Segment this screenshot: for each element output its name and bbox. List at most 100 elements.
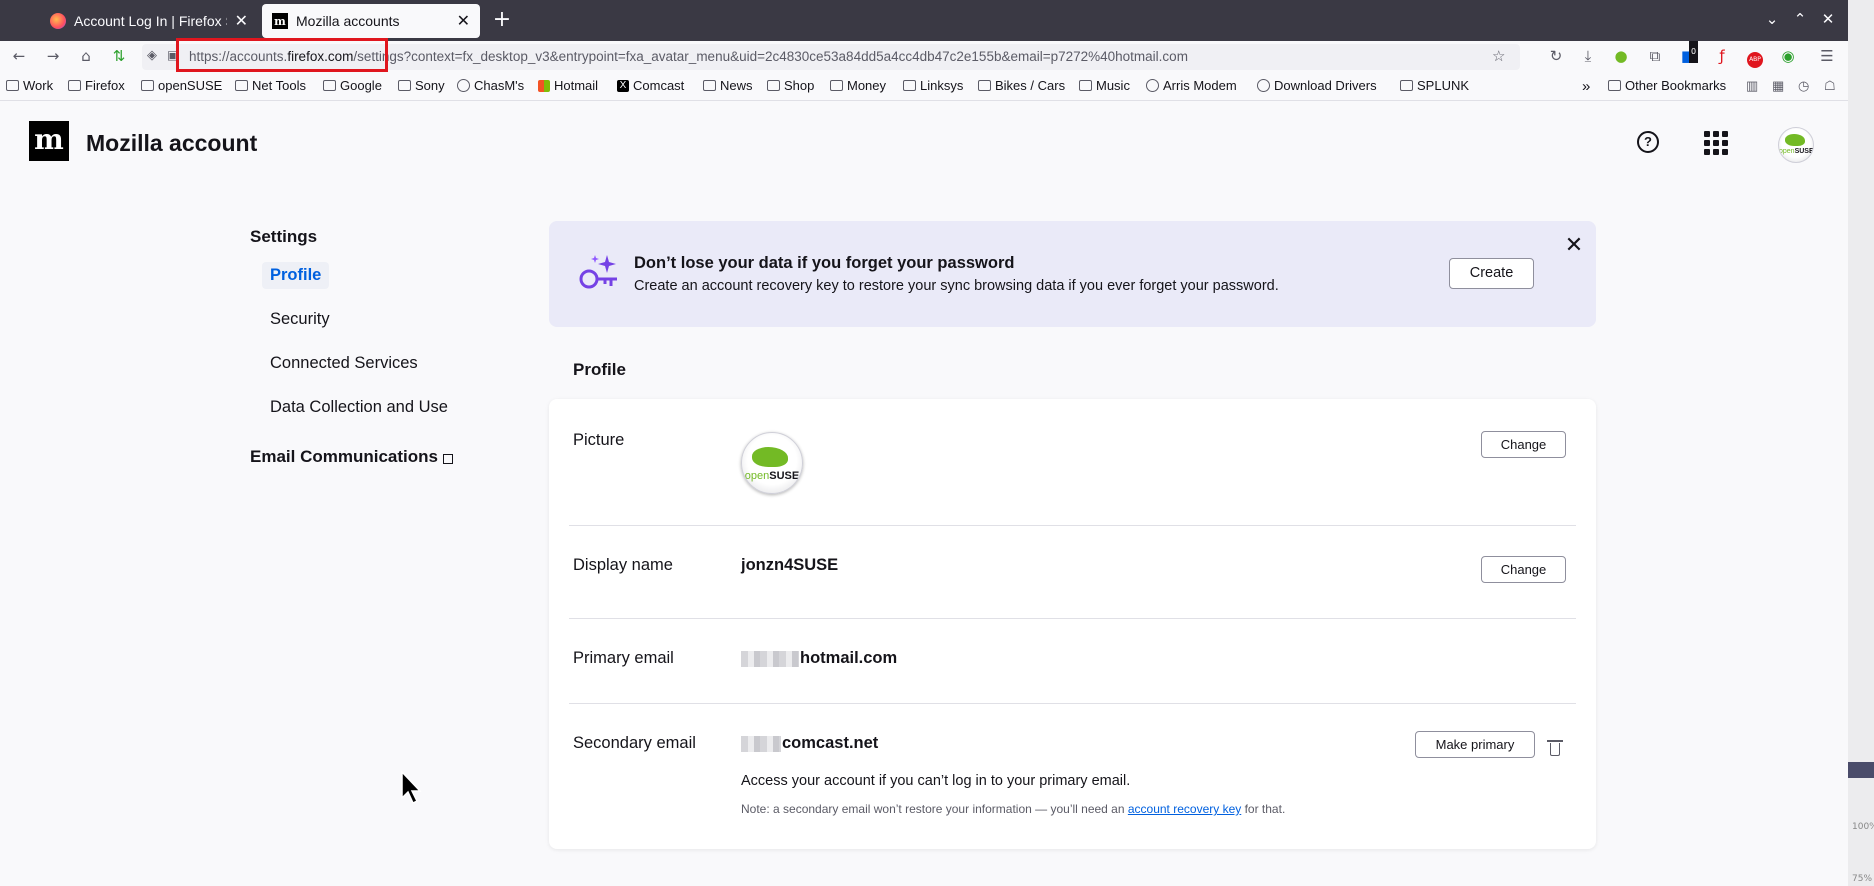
folder-icon [1079, 80, 1092, 91]
folder-icon [141, 80, 154, 91]
create-recovery-key-button[interactable]: Create [1449, 258, 1534, 289]
adblock-icon[interactable]: ABP [1744, 45, 1766, 68]
reload-icon[interactable]: ↻ [1545, 45, 1567, 67]
bookmark-work[interactable]: Work [6, 78, 53, 93]
x-icon: X [617, 79, 629, 92]
notification-icon[interactable]: ■ 0 [1677, 41, 1699, 67]
folder-icon [903, 80, 916, 91]
globe-icon [1257, 79, 1270, 92]
change-picture-button[interactable]: Change [1481, 431, 1566, 458]
close-tab-icon[interactable]: ✕ [457, 11, 470, 31]
bookmark-chasms[interactable]: ChasM's [457, 78, 524, 93]
flash-icon[interactable]: ƒ [1711, 45, 1733, 67]
bookmark-money[interactable]: Money [830, 78, 886, 93]
more-bookmarks-chevron-icon[interactable]: » [1582, 78, 1590, 95]
avatar[interactable]: openSUSE [1778, 127, 1814, 163]
close-window-icon[interactable]: ✕ [1818, 10, 1838, 28]
folder-icon [830, 80, 843, 91]
tab-strip: Account Log In | Firefox S ✕ m Mozilla a… [0, 0, 1848, 41]
tab-account-login[interactable]: Account Log In | Firefox S ✕ [40, 4, 258, 38]
opensuse-chameleon-icon [1785, 134, 1805, 146]
zoom-readout: 75% [1852, 874, 1873, 884]
bookmark-music[interactable]: Music [1079, 78, 1130, 93]
secondary-email-value: comcast.net [741, 734, 878, 753]
external-link-icon [442, 454, 453, 464]
new-tab-button[interactable]: + [490, 8, 514, 32]
sidebar-item-profile[interactable]: Profile [262, 262, 330, 289]
background-strip [1848, 762, 1874, 778]
folder-icon [1400, 80, 1413, 91]
firefox-icon [50, 13, 66, 29]
forward-icon[interactable]: → [42, 45, 64, 67]
key-sparkle-icon [579, 255, 617, 289]
account-recovery-key-link[interactable]: account recovery key [1128, 802, 1241, 816]
display-name-value: jonzn4SUSE [741, 556, 839, 574]
bookmark-splunk[interactable]: SPLUNK [1400, 78, 1469, 93]
mozilla-m-icon: m [272, 13, 288, 29]
folder-icon [235, 80, 248, 91]
star-bookmark-icon[interactable]: ☆ [1492, 47, 1505, 65]
folder-icon [6, 80, 19, 91]
divider [569, 703, 1576, 704]
tab-title: Account Log In | Firefox S [74, 13, 227, 29]
menu-icon[interactable]: ☰ [1816, 45, 1838, 67]
bookmarks-list-icon [1608, 80, 1621, 91]
list-tabs-icon[interactable]: ⌄ [1762, 10, 1782, 28]
screenshot-icon[interactable]: ▦ [1772, 78, 1784, 94]
minimize-icon[interactable]: ⌃ [1790, 10, 1810, 28]
bookmark-google[interactable]: Google [323, 78, 382, 93]
help-icon[interactable]: ? [1637, 131, 1659, 153]
sidebar-item-email-communications[interactable]: Email Communications [250, 447, 453, 467]
globe-icon [1146, 79, 1159, 92]
secondary-email-description: Access your account if you can’t log in … [741, 773, 1131, 789]
mozilla-logo[interactable]: m [29, 121, 69, 161]
bookmark-news[interactable]: News [703, 78, 753, 93]
secondary-email-note: Note: a secondary email won’t restore yo… [741, 802, 1286, 816]
make-primary-button[interactable]: Make primary [1415, 731, 1535, 758]
sidebar-item-connected-services[interactable]: Connected Services [262, 350, 426, 377]
redacted-blur [741, 650, 799, 667]
close-tab-icon[interactable]: ✕ [235, 11, 248, 31]
library-icon[interactable]: ☖ [1824, 78, 1836, 94]
picture-label: Picture [573, 431, 625, 449]
bookmark-comcast[interactable]: X Comcast [617, 78, 684, 93]
extension-arrows-icon[interactable]: ⇅ [108, 45, 130, 67]
shield-icon[interactable]: ◈ [147, 48, 157, 63]
page-content: m Mozilla account ? openSUSE Settings Pr… [0, 102, 1848, 886]
bookmark-sony[interactable]: Sony [398, 78, 445, 93]
bookmark-opensuse[interactable]: openSUSE [141, 78, 222, 93]
sidebar-item-data-collection[interactable]: Data Collection and Use [262, 394, 456, 421]
sidebar-item-security[interactable]: Security [262, 306, 338, 333]
email-communications-label: Email Communications [250, 447, 438, 466]
page-title: Mozilla account [86, 130, 258, 156]
bookmark-hotmail[interactable]: Hotmail [538, 78, 598, 93]
extensions-icon[interactable]: ⧉ [1644, 45, 1666, 67]
close-icon[interactable]: ✕ [1563, 234, 1585, 256]
opensuse-extension-icon[interactable]: ● [1610, 45, 1632, 67]
bookmark-linksys[interactable]: Linksys [903, 78, 963, 93]
apps-grid-icon[interactable] [1704, 131, 1728, 155]
bookmark-bikes-cars[interactable]: Bikes / Cars [978, 78, 1065, 93]
other-bookmarks[interactable]: Other Bookmarks [1608, 78, 1726, 93]
sidebar-icon[interactable]: ▥ [1746, 78, 1758, 94]
tab-mozilla-accounts[interactable]: m Mozilla accounts ✕ [262, 4, 480, 38]
grammar-extension-icon[interactable]: ◉ [1777, 45, 1799, 67]
tab-title: Mozilla accounts [296, 13, 400, 29]
folder-icon [978, 80, 991, 91]
folder-icon [68, 80, 81, 91]
globe-icon [457, 79, 470, 92]
bookmark-net-tools[interactable]: Net Tools [235, 78, 306, 93]
bookmark-arris-modem[interactable]: Arris Modem [1146, 78, 1237, 93]
bookmark-firefox[interactable]: Firefox [68, 78, 125, 93]
back-icon[interactable]: ← [8, 45, 30, 67]
history-icon[interactable]: ◷ [1798, 78, 1809, 94]
zoom-readout: 100% [1852, 822, 1874, 832]
bookmark-shop[interactable]: Shop [767, 78, 814, 93]
change-display-name-button[interactable]: Change [1481, 556, 1566, 583]
trash-icon[interactable] [1547, 740, 1563, 756]
home-icon[interactable]: ⌂ [75, 45, 97, 67]
folder-icon [398, 80, 411, 91]
downloads-icon[interactable]: ⤓ [1577, 45, 1599, 67]
bookmark-download-drivers[interactable]: Download Drivers [1257, 78, 1377, 93]
display-name-label: Display name [573, 556, 673, 574]
